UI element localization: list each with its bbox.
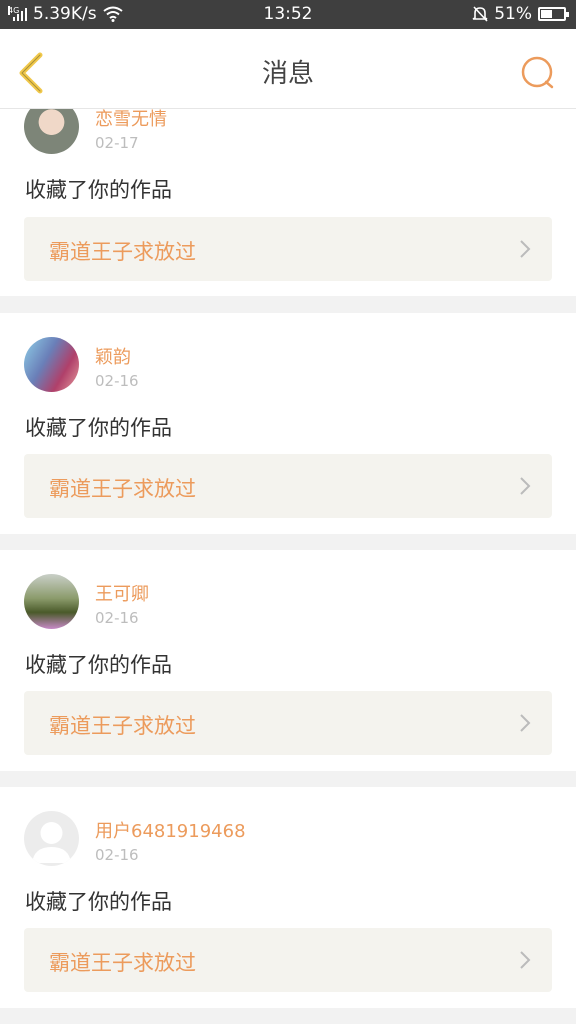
chevron-right-icon xyxy=(520,951,531,969)
user-name[interactable]: 用户6481919468 xyxy=(95,817,246,843)
chevron-right-icon xyxy=(520,714,531,732)
message-card: 恋雪无情 02-17 收藏了你的作品 霸道王子求放过 xyxy=(0,96,576,296)
default-avatar-icon xyxy=(32,822,71,863)
bell-muted-icon xyxy=(472,6,488,22)
battery-percent: 51% xyxy=(494,4,532,24)
battery-icon xyxy=(538,7,569,21)
work-title: 霸道王子求放过 xyxy=(49,714,196,738)
work-link[interactable]: 霸道王子求放过 xyxy=(24,454,552,518)
message-action: 收藏了你的作品 xyxy=(25,178,172,202)
work-link[interactable]: 霸道王子求放过 xyxy=(24,217,552,281)
chevron-right-icon xyxy=(520,240,531,258)
page-title: 消息 xyxy=(261,59,314,89)
work-link[interactable]: 霸道王子求放过 xyxy=(24,928,552,992)
avatar[interactable] xyxy=(24,811,79,866)
message-date: 02-16 xyxy=(95,372,139,390)
app-header: 消息 xyxy=(0,29,576,109)
status-bar: 4G 5.39K/s 13:52 51% xyxy=(0,0,576,29)
search-icon[interactable] xyxy=(518,53,558,93)
work-title: 霸道王子求放过 xyxy=(49,240,196,264)
message-date: 02-16 xyxy=(95,846,139,864)
user-name[interactable]: 颖韵 xyxy=(95,343,131,369)
work-link[interactable]: 霸道王子求放过 xyxy=(24,691,552,755)
avatar[interactable] xyxy=(24,337,79,392)
work-title: 霸道王子求放过 xyxy=(49,951,196,975)
chevron-right-icon xyxy=(520,477,531,495)
message-action: 收藏了你的作品 xyxy=(25,653,172,677)
avatar[interactable] xyxy=(24,574,79,629)
message-date: 02-16 xyxy=(95,609,139,627)
message-card: 用户6481919468 02-16 收藏了你的作品 霸道王子求放过 xyxy=(0,787,576,1008)
user-name[interactable]: 王可卿 xyxy=(95,580,149,606)
message-date: 02-17 xyxy=(95,134,139,152)
message-card: 颖韵 02-16 收藏了你的作品 霸道王子求放过 xyxy=(0,313,576,534)
message-action: 收藏了你的作品 xyxy=(25,416,172,440)
message-action: 收藏了你的作品 xyxy=(25,890,172,914)
message-card: 王可卿 02-16 收藏了你的作品 霸道王子求放过 xyxy=(0,550,576,771)
work-title: 霸道王子求放过 xyxy=(49,477,196,501)
